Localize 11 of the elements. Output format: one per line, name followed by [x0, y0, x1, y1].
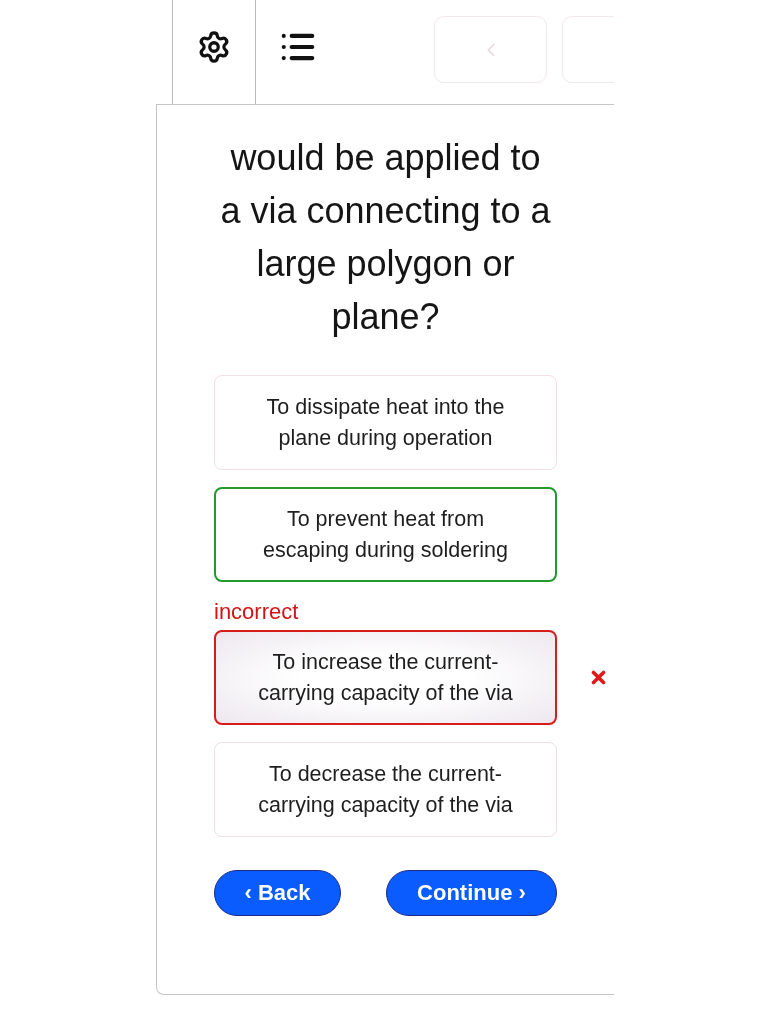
answer-option[interactable]: To increase the current-carrying capacity of the via [214, 630, 557, 725]
feedback-label: incorrect [214, 599, 299, 625]
answer-option[interactable]: To decrease the current-carrying capacity of the via [214, 742, 557, 837]
answer-option[interactable]: To prevent heat from escaping during soldering [214, 487, 557, 582]
settings-button[interactable] [172, 0, 256, 104]
cross-icon [591, 670, 606, 685]
continue-button[interactable]: Continue › [386, 870, 557, 916]
back-button[interactable]: ‹ Back [214, 870, 341, 916]
answer-option[interactable]: To dissipate heat into the plane during operation [214, 375, 557, 470]
question-text: would be applied to a via connecting to a large polygon or plane? [219, 136, 552, 339]
settings-icon [197, 30, 231, 64]
